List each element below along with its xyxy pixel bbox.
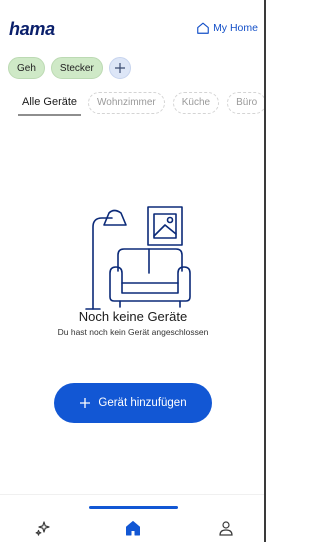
my-home-button[interactable]: My Home — [196, 21, 258, 35]
active-nav-indicator — [89, 506, 178, 509]
empty-state-subtitle: Du hast noch kein Gerät angeschlossen — [57, 327, 209, 337]
add-chip-button[interactable] — [108, 57, 131, 79]
sparkle-icon — [35, 521, 50, 536]
empty-room-illustration — [85, 206, 191, 310]
nav-home[interactable] — [124, 519, 142, 537]
profile-icon — [219, 521, 233, 536]
device-chip-row: Geh Stecker — [8, 57, 131, 79]
tab-buero[interactable]: Büro — [227, 92, 266, 114]
tab-wohnzimmer[interactable]: Wohnzimmer — [88, 92, 165, 114]
my-home-label: My Home — [213, 22, 258, 34]
hama-logo: hama — [9, 19, 55, 39]
active-tab-underline — [18, 114, 82, 116]
room-tabs: Alle Geräte Wohnzimmer Küche Büro — [0, 89, 266, 117]
chip-stecker[interactable]: Stecker — [50, 57, 103, 79]
tab-kueche[interactable]: Küche — [172, 92, 220, 114]
chip-geh[interactable]: Geh — [8, 57, 45, 79]
screen-border — [264, 0, 266, 542]
app-header: hama My Home — [0, 0, 266, 52]
bottom-navigation — [0, 494, 266, 542]
nav-profile[interactable] — [217, 519, 235, 537]
home-icon — [126, 521, 140, 536]
empty-state-title: Noch keine Geräte — [78, 309, 188, 324]
house-icon — [197, 22, 209, 34]
tab-alle-geraete[interactable]: Alle Geräte — [18, 96, 82, 116]
plus-icon — [114, 63, 125, 73]
nav-scenes[interactable] — [34, 519, 52, 537]
add-device-button[interactable]: Gerät hinzufügen — [54, 383, 212, 423]
tab-alle-geraete-label: Alle Geräte — [22, 96, 78, 108]
add-device-label: Gerät hinzufügen — [98, 397, 187, 409]
plus-icon — [80, 398, 91, 408]
